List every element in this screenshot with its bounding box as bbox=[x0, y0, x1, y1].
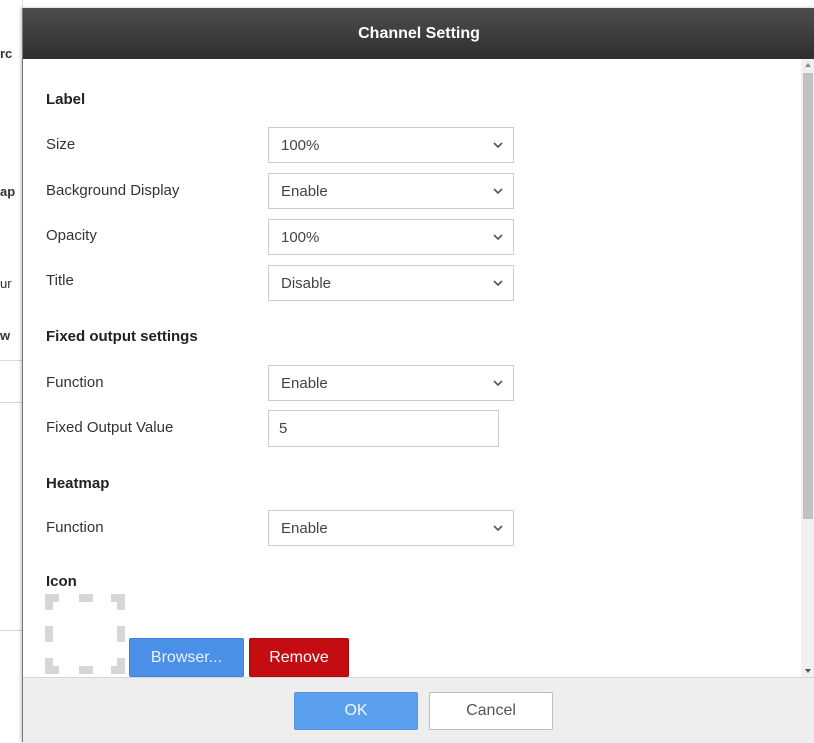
fixed-output-function-value: Enable bbox=[281, 374, 328, 392]
fixed-output-value-label: Fixed Output Value bbox=[46, 419, 174, 436]
fixed-output-value-text: 5 bbox=[279, 420, 288, 437]
background-page: rc ap ur w bbox=[0, 0, 23, 742]
fixed-output-value-input[interactable]: 5 bbox=[268, 410, 499, 447]
heatmap-function-select[interactable]: Enable bbox=[268, 510, 514, 546]
dialog-header: Channel Setting bbox=[23, 8, 814, 59]
chevron-down-icon bbox=[493, 188, 503, 195]
size-select[interactable]: 100% bbox=[268, 127, 514, 163]
title-value: Disable bbox=[281, 274, 332, 292]
background-text-fragment: rc bbox=[0, 46, 13, 61]
remove-button[interactable]: Remove bbox=[249, 638, 349, 677]
browse-button[interactable]: Browser... bbox=[129, 638, 244, 677]
ok-button[interactable]: OK bbox=[294, 692, 418, 730]
size-label: Size bbox=[46, 136, 76, 153]
section-title-icon: Icon bbox=[46, 573, 77, 590]
opacity-label: Opacity bbox=[46, 227, 97, 244]
section-title-heatmap: Heatmap bbox=[46, 475, 110, 492]
section-title-fixed-output: Fixed output settings bbox=[46, 328, 198, 345]
background-display-select[interactable]: Enable bbox=[268, 173, 514, 209]
background-text-fragment: w bbox=[0, 328, 11, 343]
chevron-down-icon bbox=[493, 380, 503, 387]
dialog-body: Label Size 100% Background Display Enabl… bbox=[23, 59, 814, 677]
background-display-value: Enable bbox=[281, 182, 328, 200]
icon-placeholder-icon bbox=[45, 594, 125, 674]
background-text-fragment: ap bbox=[0, 184, 16, 199]
opacity-value: 100% bbox=[281, 228, 320, 246]
dialog-footer: OK Cancel bbox=[23, 677, 814, 743]
cancel-button[interactable]: Cancel bbox=[429, 692, 553, 730]
chevron-down-icon bbox=[493, 280, 503, 287]
channel-setting-dialog: Channel Setting Label Size 100% Backgrou… bbox=[22, 8, 814, 743]
background-display-label: Background Display bbox=[46, 182, 180, 199]
scrollbar-thumb[interactable] bbox=[803, 73, 813, 519]
heatmap-function-value: Enable bbox=[281, 519, 328, 537]
size-value: 100% bbox=[281, 136, 320, 154]
scroll-down-icon[interactable] bbox=[801, 665, 814, 677]
title-select[interactable]: Disable bbox=[268, 265, 514, 301]
chevron-down-icon bbox=[493, 234, 503, 241]
background-divider bbox=[0, 402, 22, 403]
fixed-output-function-select[interactable]: Enable bbox=[268, 365, 514, 401]
background-divider bbox=[0, 630, 22, 631]
chevron-down-icon bbox=[493, 525, 503, 532]
background-divider bbox=[0, 360, 22, 361]
title-label: Title bbox=[46, 272, 74, 289]
opacity-select[interactable]: 100% bbox=[268, 219, 514, 255]
background-text-fragment: ur bbox=[0, 276, 12, 291]
section-title-label: Label bbox=[46, 91, 86, 108]
heatmap-function-label: Function bbox=[46, 519, 104, 536]
scroll-up-icon[interactable] bbox=[801, 59, 814, 71]
vertical-scrollbar[interactable] bbox=[801, 59, 814, 677]
fixed-output-function-label: Function bbox=[46, 374, 104, 391]
dialog-title: Channel Setting bbox=[358, 24, 480, 42]
chevron-down-icon bbox=[493, 142, 503, 149]
